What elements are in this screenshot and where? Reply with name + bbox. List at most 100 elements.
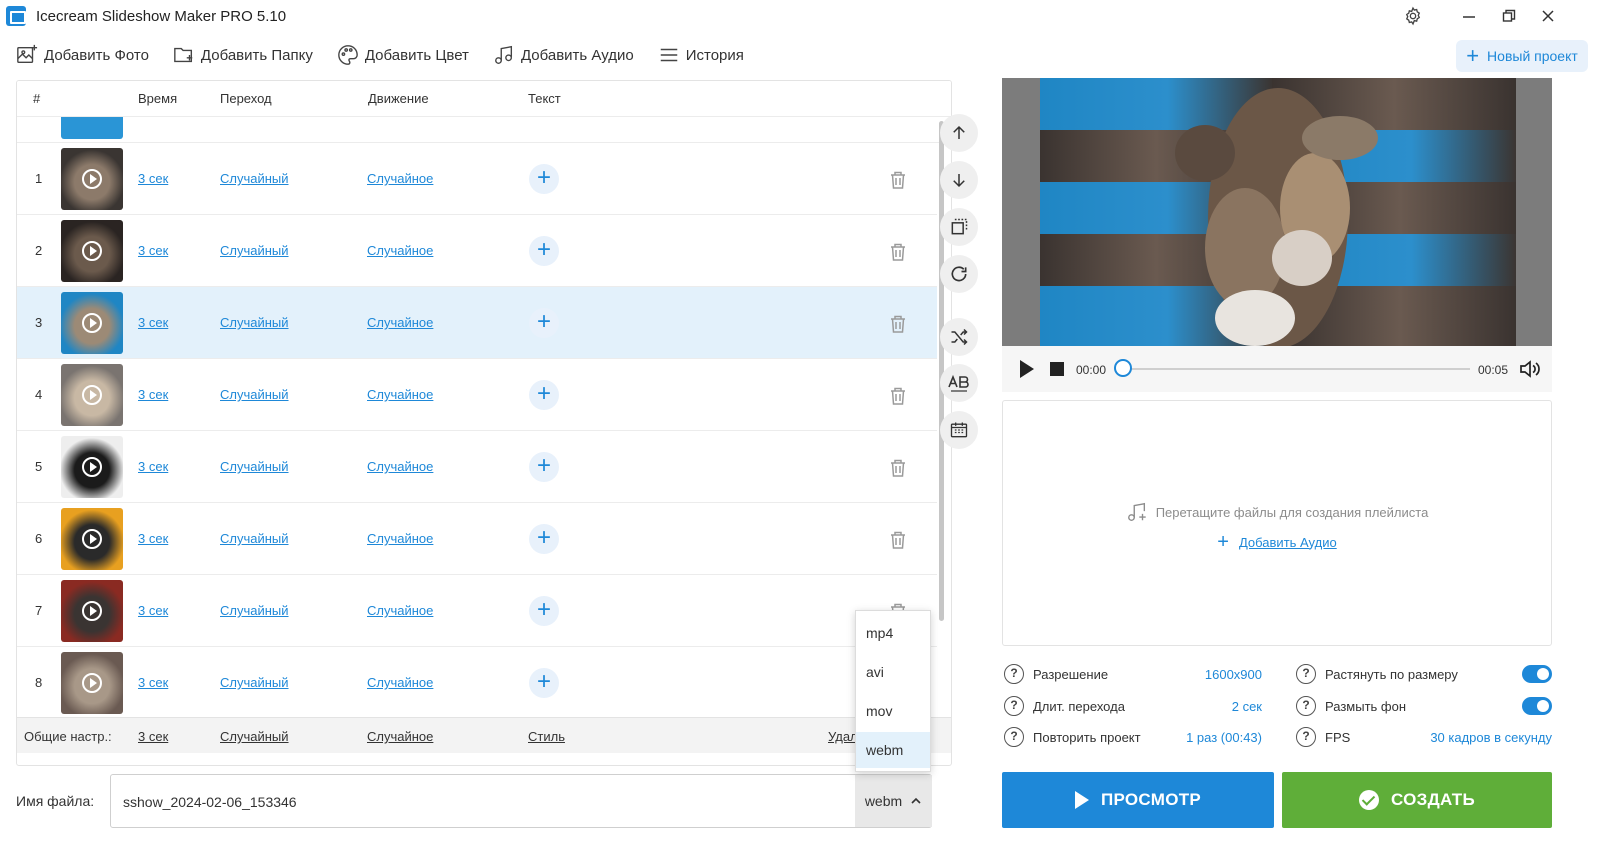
row-motion-link[interactable]: Случайное	[367, 603, 433, 618]
audio-playlist-dropzone[interactable]: Перетащите файлы для создания плейлиста …	[1002, 400, 1552, 646]
row-time-link[interactable]: 3 сек	[138, 387, 168, 402]
slide-thumbnail[interactable]	[61, 292, 123, 354]
row-motion-link[interactable]: Случайное	[367, 243, 433, 258]
add-text-button[interactable]: +	[529, 308, 559, 338]
sort-date-button[interactable]	[940, 411, 978, 449]
row-time-link[interactable]: 3 сек	[138, 531, 168, 546]
shuffle-button[interactable]	[940, 318, 978, 356]
settings-gear-icon[interactable]	[1400, 4, 1426, 28]
format-option-webm[interactable]: webm	[856, 732, 930, 768]
table-row[interactable]: 7 3 сек Случайный Случайное +	[17, 575, 937, 647]
row-time-link[interactable]: 3 сек	[138, 171, 168, 186]
close-button[interactable]	[1535, 4, 1561, 28]
row-motion-link[interactable]: Случайное	[367, 531, 433, 546]
fps-value[interactable]: 30 кадров в секунду	[1400, 730, 1552, 745]
preview-button[interactable]: ПРОСМОТР	[1002, 772, 1274, 828]
table-row-partial[interactable]	[17, 117, 951, 143]
row-time-link[interactable]: 3 сек	[138, 459, 168, 474]
table-row[interactable]: 5 3 сек Случайный Случайное +	[17, 431, 937, 503]
add-color-button[interactable]: Добавить Цвет	[337, 44, 469, 66]
volume-icon[interactable]	[1518, 358, 1542, 380]
add-text-button[interactable]: +	[529, 524, 559, 554]
blur-bg-toggle[interactable]	[1522, 697, 1552, 715]
table-row[interactable]: 4 3 сек Случайный Случайное +	[17, 359, 937, 431]
format-select[interactable]: webm	[855, 775, 932, 827]
add-text-button[interactable]: +	[529, 596, 559, 626]
table-row[interactable]: 3 3 сек Случайный Случайное +	[17, 287, 937, 359]
minimize-button[interactable]	[1456, 4, 1482, 28]
move-up-button[interactable]	[940, 114, 978, 152]
video-preview[interactable]	[1002, 78, 1552, 346]
format-option-mov[interactable]: mov	[856, 693, 930, 729]
resolution-value[interactable]: 1600x900	[1160, 667, 1262, 682]
slide-thumbnail[interactable]	[61, 220, 123, 282]
row-time-link[interactable]: 3 сек	[138, 315, 168, 330]
row-transition-link[interactable]: Случайный	[220, 603, 289, 618]
row-time-link[interactable]: 3 сек	[138, 603, 168, 618]
table-row[interactable]: 8 3 сек Случайный Случайное +	[17, 647, 937, 719]
stop-button[interactable]	[1050, 362, 1064, 376]
add-text-button[interactable]: +	[529, 236, 559, 266]
help-icon[interactable]: ?	[1296, 727, 1316, 747]
crop-button[interactable]	[940, 208, 978, 246]
general-transition-link[interactable]: Случайный	[220, 729, 289, 744]
sort-ab-button[interactable]	[940, 364, 978, 402]
help-icon[interactable]: ?	[1004, 664, 1024, 684]
rotate-button[interactable]	[940, 255, 978, 293]
create-button[interactable]: СОЗДАТЬ	[1282, 772, 1552, 828]
restore-button[interactable]	[1496, 4, 1522, 28]
new-project-button[interactable]: + Новый проект	[1456, 40, 1588, 72]
row-transition-link[interactable]: Случайный	[220, 387, 289, 402]
row-transition-link[interactable]: Случайный	[220, 459, 289, 474]
row-transition-link[interactable]: Случайный	[220, 531, 289, 546]
slide-thumbnail[interactable]	[61, 652, 123, 714]
filename-field[interactable]: sshow_2024-02-06_153346 webm	[110, 774, 932, 828]
add-text-button[interactable]: +	[529, 452, 559, 482]
play-button[interactable]	[1020, 360, 1034, 378]
slide-thumbnail[interactable]	[61, 436, 123, 498]
row-time-link[interactable]: 3 сек	[138, 243, 168, 258]
trash-icon[interactable]	[889, 242, 907, 262]
table-row[interactable]: 2 3 сек Случайный Случайное +	[17, 215, 937, 287]
table-row[interactable]: 1 3 сек Случайный Случайное +	[17, 143, 937, 215]
help-icon[interactable]: ?	[1004, 696, 1024, 716]
row-motion-link[interactable]: Случайное	[367, 315, 433, 330]
slide-thumbnail[interactable]	[61, 580, 123, 642]
row-transition-link[interactable]: Случайный	[220, 243, 289, 258]
add-photo-button[interactable]: Добавить Фото	[16, 44, 149, 66]
add-audio-link[interactable]: + Добавить Аудио	[1003, 532, 1551, 552]
general-motion-link[interactable]: Случайное	[367, 729, 433, 744]
row-motion-link[interactable]: Случайное	[367, 459, 433, 474]
add-audio-button[interactable]: Добавить Аудио	[493, 44, 634, 66]
help-icon[interactable]: ?	[1004, 727, 1024, 747]
move-down-button[interactable]	[940, 161, 978, 199]
help-icon[interactable]: ?	[1296, 696, 1316, 716]
row-transition-link[interactable]: Случайный	[220, 675, 289, 690]
format-option-avi[interactable]: avi	[856, 654, 930, 690]
add-text-button[interactable]: +	[529, 668, 559, 698]
add-text-button[interactable]: +	[529, 164, 559, 194]
repeat-value[interactable]: 1 раз (00:43)	[1150, 730, 1262, 745]
trash-icon[interactable]	[889, 386, 907, 406]
trash-icon[interactable]	[889, 458, 907, 478]
filename-input[interactable]: sshow_2024-02-06_153346	[123, 794, 297, 810]
add-folder-button[interactable]: Добавить Папку	[173, 44, 313, 66]
general-delete-link[interactable]: Удал	[828, 729, 858, 744]
slide-thumbnail[interactable]	[61, 364, 123, 426]
help-icon[interactable]: ?	[1296, 664, 1316, 684]
trash-icon[interactable]	[889, 530, 907, 550]
trash-icon[interactable]	[889, 314, 907, 334]
row-motion-link[interactable]: Случайное	[367, 387, 433, 402]
table-row[interactable]: 6 3 сек Случайный Случайное +	[17, 503, 937, 575]
history-button[interactable]: История	[658, 44, 744, 66]
stretch-toggle[interactable]	[1522, 665, 1552, 683]
general-style-link[interactable]: Стиль	[528, 729, 565, 744]
row-transition-link[interactable]: Случайный	[220, 171, 289, 186]
seek-track[interactable]	[1124, 368, 1470, 370]
row-motion-link[interactable]: Случайное	[367, 171, 433, 186]
general-time-link[interactable]: 3 сек	[138, 729, 168, 744]
seek-handle[interactable]	[1114, 359, 1132, 377]
trash-icon[interactable]	[889, 170, 907, 190]
transition-length-value[interactable]: 2 сек	[1160, 699, 1262, 714]
row-motion-link[interactable]: Случайное	[367, 675, 433, 690]
